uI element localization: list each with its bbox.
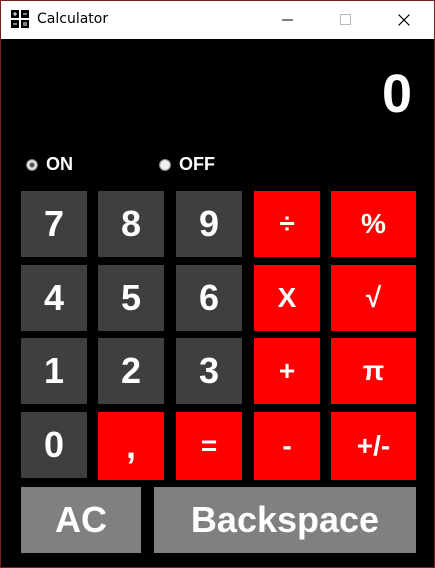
key-2[interactable]: 2 [98, 338, 164, 404]
maximize-button[interactable] [323, 1, 369, 39]
plus-button[interactable]: + [254, 338, 320, 404]
maximize-icon [340, 14, 351, 25]
key-3[interactable]: 3 [176, 338, 242, 404]
calculator-window: Calculator 0 ON OFF 7 8 9 ÷ % 4 5 6 X √ … [0, 0, 435, 568]
key-8[interactable]: 8 [98, 191, 164, 257]
key-5[interactable]: 5 [98, 265, 164, 331]
title-bar: Calculator [1, 1, 434, 39]
result-display: 0 [381, 64, 412, 124]
sqrt-button[interactable]: √ [331, 265, 416, 331]
minimize-button[interactable] [265, 1, 311, 39]
off-radio[interactable]: OFF [159, 154, 215, 175]
off-radio-dot[interactable] [159, 158, 171, 171]
ac-button[interactable]: AC [21, 487, 141, 553]
minus-button[interactable]: - [254, 412, 320, 480]
negate-button[interactable]: +/- [331, 412, 416, 480]
pi-button[interactable]: π [331, 338, 416, 404]
close-button[interactable] [381, 1, 427, 39]
multiply-button[interactable]: X [254, 265, 320, 331]
key-0[interactable]: 0 [21, 412, 87, 478]
on-radio-dot[interactable] [26, 158, 38, 171]
close-icon [398, 14, 410, 26]
key-9[interactable]: 9 [176, 191, 242, 257]
key-1[interactable]: 1 [21, 338, 87, 404]
on-radio[interactable]: ON [26, 154, 73, 175]
equals-button[interactable]: = [176, 412, 242, 480]
key-7[interactable]: 7 [21, 191, 87, 257]
on-radio-label: ON [46, 154, 73, 174]
key-6[interactable]: 6 [176, 265, 242, 331]
key-4[interactable]: 4 [21, 265, 87, 331]
divide-button[interactable]: ÷ [254, 191, 320, 257]
minimize-icon [282, 19, 293, 21]
window-title: Calculator [37, 11, 109, 27]
comma-button[interactable]: , [98, 412, 164, 480]
percent-button[interactable]: % [331, 191, 416, 257]
off-radio-label: OFF [179, 154, 215, 174]
calculator-icon [11, 10, 29, 28]
backspace-button[interactable]: Backspace [154, 487, 416, 553]
